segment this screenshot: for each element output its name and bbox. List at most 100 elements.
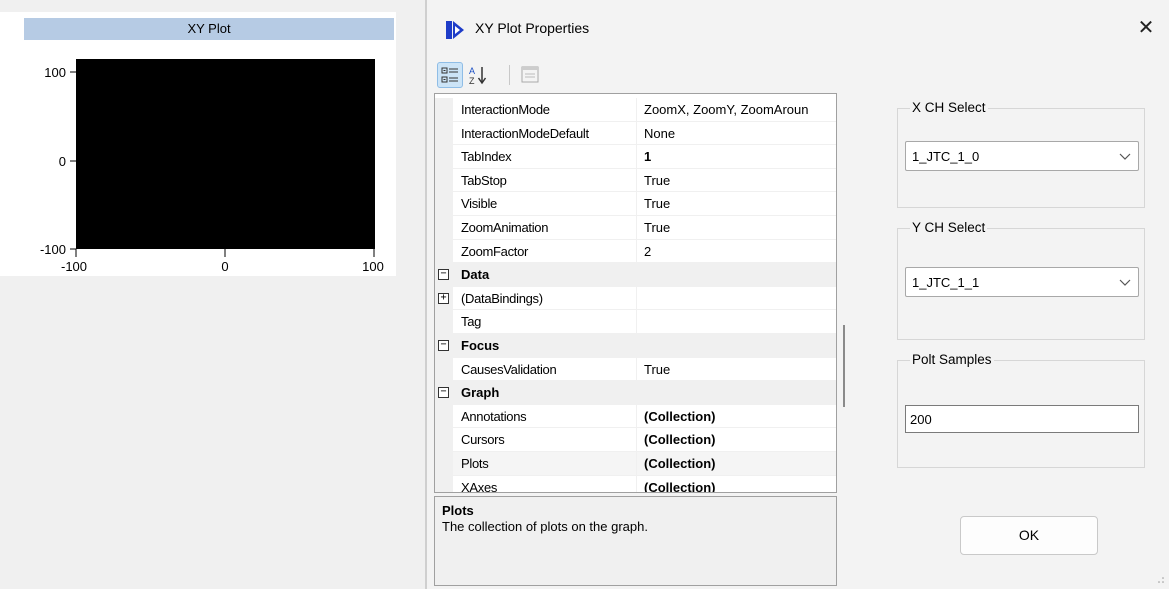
property-row[interactable]: ZoomAnimation True — [435, 216, 836, 240]
row-gutter — [435, 98, 453, 122]
property-grid-toolbar: A Z — [433, 62, 843, 92]
alphabetical-view-button[interactable]: A Z — [465, 62, 491, 88]
property-value[interactable]: True — [644, 220, 836, 235]
ok-button[interactable]: OK — [960, 516, 1098, 555]
y-channel-select[interactable]: 1_JTC_1_1 — [905, 267, 1139, 297]
property-name: CausesValidation — [461, 361, 557, 377]
row-gutter — [435, 428, 453, 452]
samples-input[interactable]: 200 — [905, 405, 1139, 433]
property-row[interactable]: TabIndex 1 — [435, 145, 836, 169]
column-divider — [636, 168, 637, 193]
column-divider — [636, 145, 637, 169]
x-tick-label: 0 — [221, 259, 228, 274]
property-value[interactable]: 2 — [644, 244, 836, 259]
xy-plot-control[interactable]: XY Plot 100 0 -100 -100 0 100 — [0, 12, 396, 276]
category-row-graph[interactable]: − Graph — [435, 381, 836, 405]
column-divider — [636, 239, 637, 264]
description-text: The collection of plots on the graph. — [442, 519, 648, 534]
property-value[interactable]: (Collection) — [644, 409, 836, 424]
property-value[interactable]: (Collection) — [644, 432, 836, 447]
property-name: XAxes — [461, 479, 498, 493]
expand-icon[interactable]: + — [438, 292, 449, 304]
dialog-title: XY Plot Properties — [475, 20, 590, 36]
property-name: InteractionModeDefault — [461, 125, 589, 141]
property-pages-button[interactable] — [517, 62, 543, 88]
property-name: (DataBindings) — [461, 290, 543, 306]
y-tick-label: -100 — [40, 242, 66, 257]
property-pages-icon — [521, 66, 539, 83]
row-gutter — [435, 404, 453, 429]
resize-grip-icon[interactable] — [1157, 576, 1165, 584]
grid-scrollbar-thumb[interactable] — [843, 325, 845, 407]
property-name: InteractionMode — [461, 102, 550, 117]
app-logo-icon — [446, 21, 464, 39]
property-row-selected[interactable]: Plots (Collection) — [435, 452, 836, 476]
property-name: ZoomAnimation — [461, 220, 549, 235]
row-gutter — [435, 310, 453, 334]
row-gutter — [435, 239, 453, 264]
property-name: TabStop — [461, 172, 507, 188]
category-row-focus[interactable]: − Focus — [435, 334, 836, 358]
property-value[interactable]: True — [644, 173, 836, 188]
y-tick-label: 100 — [44, 65, 66, 80]
plot-chart: 100 0 -100 -100 0 100 — [40, 59, 384, 274]
property-value[interactable]: ZoomX, ZoomY, ZoomAroun — [644, 102, 836, 117]
column-divider — [636, 121, 637, 146]
collapse-icon[interactable]: − — [438, 387, 449, 399]
category-name: Focus — [461, 338, 500, 353]
category-row-data[interactable]: − Data — [435, 263, 836, 287]
property-row[interactable]: InteractionMode ZoomX, ZoomY, ZoomAroun — [435, 98, 836, 122]
column-divider — [636, 452, 637, 476]
xy-plot-panel: XY Plot 100 0 -100 -100 0 100 — [0, 0, 425, 589]
property-row[interactable]: Cursors (Collection) — [435, 428, 836, 452]
column-divider — [636, 192, 637, 216]
property-value[interactable]: 1 — [644, 149, 836, 164]
collapse-icon[interactable]: − — [438, 269, 449, 281]
property-row[interactable]: XAxes (Collection) — [435, 475, 836, 493]
row-gutter — [435, 357, 453, 382]
property-row[interactable]: ZoomFactor 2 — [435, 239, 836, 264]
svg-text:Z: Z — [469, 76, 475, 86]
x-channel-label: X CH Select — [910, 100, 988, 115]
property-name: Visible — [461, 196, 497, 212]
property-row[interactable]: Visible True — [435, 192, 836, 216]
property-row[interactable]: CausesValidation True — [435, 357, 836, 382]
property-value[interactable]: (Collection) — [644, 480, 836, 492]
description-panel: Plots The collection of plots on the gra… — [434, 496, 837, 586]
property-grid[interactable]: InteractionMode ZoomX, ZoomY, ZoomAroun … — [434, 93, 837, 493]
property-row[interactable]: Tag — [435, 310, 836, 334]
samples-label: Polt Samples — [910, 352, 994, 367]
x-channel-group: X CH Select 1_JTC_1_0 — [897, 100, 1145, 208]
row-gutter — [435, 452, 453, 476]
property-value[interactable]: (Collection) — [644, 456, 836, 471]
plot-area[interactable] — [76, 59, 375, 249]
row-gutter — [435, 145, 453, 169]
close-button[interactable]: ✕ — [1133, 16, 1159, 42]
categorized-view-button[interactable] — [437, 62, 463, 88]
category-name: Graph — [461, 385, 500, 401]
property-row[interactable]: TabStop True — [435, 168, 836, 193]
dialog-titlebar[interactable]: XY Plot Properties ✕ — [427, 0, 1169, 62]
column-divider — [636, 428, 637, 452]
y-channel-value: 1_JTC_1_1 — [912, 275, 980, 290]
column-divider — [636, 404, 637, 429]
y-channel-label: Y CH Select — [910, 220, 988, 235]
row-gutter — [435, 168, 453, 193]
y-tick-label: 0 — [59, 154, 66, 169]
column-divider — [636, 216, 637, 240]
property-value[interactable]: None — [644, 126, 836, 141]
property-name: Cursors — [461, 432, 505, 448]
property-row[interactable]: + (DataBindings) — [435, 286, 836, 311]
properties-dialog: XY Plot Properties ✕ A Z InteractionMode… — [425, 0, 1169, 589]
toolbar-separator — [509, 65, 510, 85]
property-row[interactable]: Annotations (Collection) — [435, 404, 836, 429]
property-value[interactable]: True — [644, 362, 836, 377]
property-value[interactable]: True — [644, 196, 836, 211]
property-name: ZoomFactor — [461, 243, 529, 259]
property-row[interactable]: InteractionModeDefault None — [435, 121, 836, 146]
collapse-icon[interactable]: − — [438, 340, 449, 351]
description-title: Plots — [442, 503, 474, 518]
x-channel-select[interactable]: 1_JTC_1_0 — [905, 141, 1139, 171]
column-divider — [636, 310, 637, 334]
column-divider — [636, 475, 637, 492]
